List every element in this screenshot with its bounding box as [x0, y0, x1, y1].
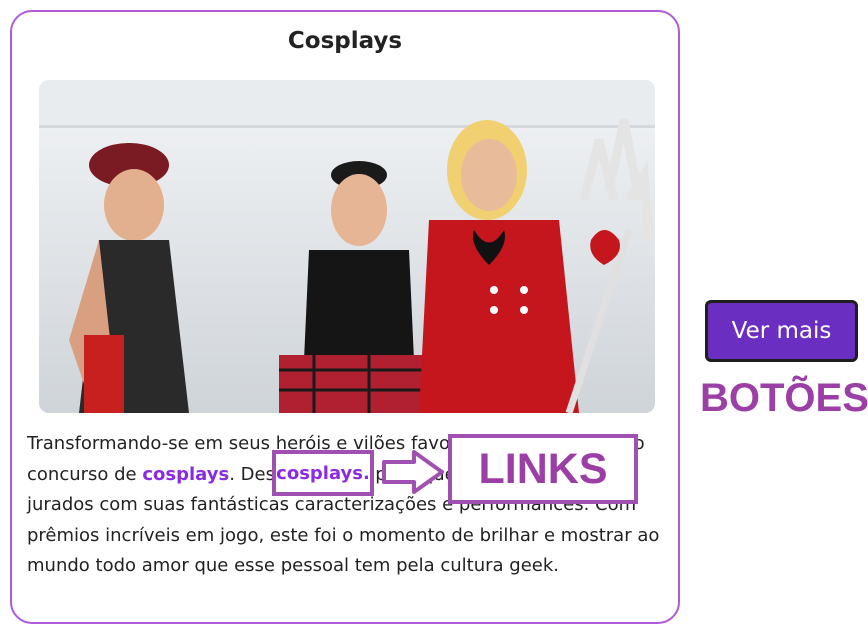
links-label: LINKS — [448, 434, 638, 504]
cosplay-photo — [39, 80, 655, 413]
card-title: Cosplays — [287, 28, 403, 54]
botoes-label: BOTÕES — [700, 376, 868, 420]
highlighted-link-box: cosplays. — [272, 450, 374, 496]
ver-mais-button[interactable]: Ver mais — [705, 300, 858, 362]
highlighted-cosplays-link[interactable]: cosplays. — [276, 463, 370, 484]
cosplays-link[interactable]: cosplays — [142, 464, 229, 485]
event-card: Cosplays Transformando-se em seus heróis… — [10, 10, 680, 624]
right-arrow-icon — [382, 450, 444, 494]
